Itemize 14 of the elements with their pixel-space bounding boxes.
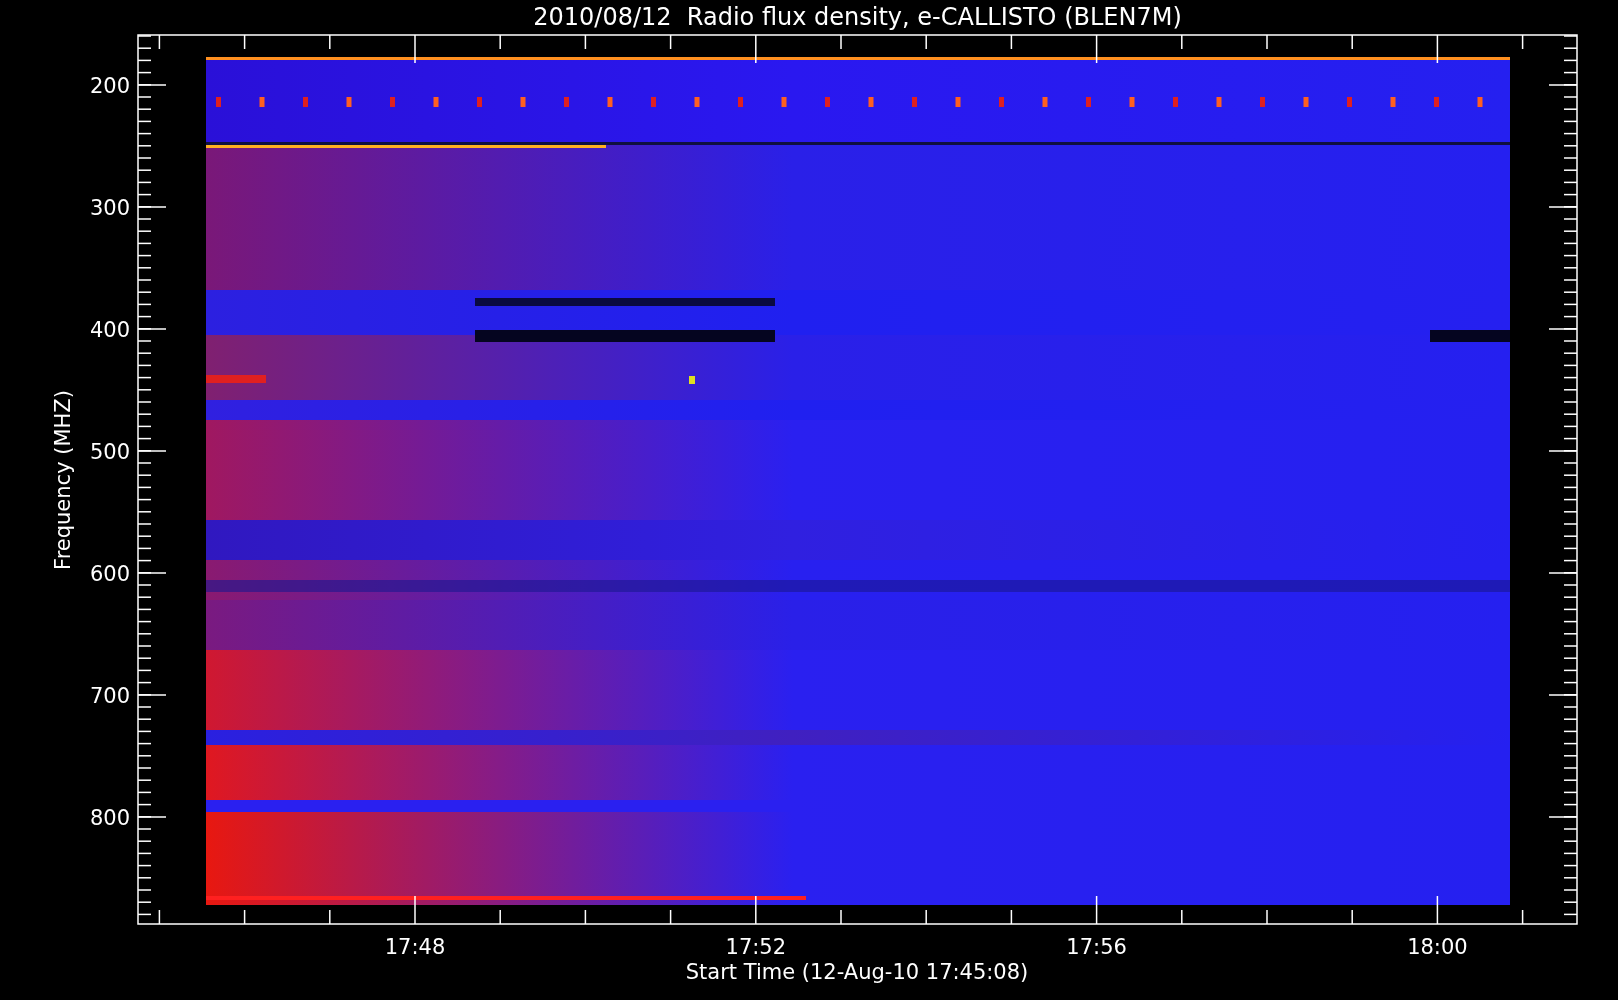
- y-tick-label: 700: [89, 684, 130, 708]
- x-tick-label: 17:52: [725, 935, 787, 959]
- x-tick-label: 17:56: [1066, 935, 1127, 959]
- y-tick-label: 200: [89, 74, 130, 98]
- y-tick-label: 300: [89, 196, 130, 220]
- y-tick-label: 600: [89, 562, 130, 586]
- y-tick-label: 400: [89, 318, 130, 342]
- y-tick-label: 500: [89, 440, 130, 464]
- y-tick-label: 800: [89, 806, 130, 830]
- x-tick-label: 18:00: [1407, 935, 1468, 959]
- y-axis-label: Frequency (MHZ): [51, 390, 75, 570]
- x-axis-label: Start Time (12-Aug-10 17:45:08): [685, 960, 1029, 984]
- chart-title: 2010/08/12 Radio flux density, e-CALLISTO (BLEN7M): [533, 3, 1182, 31]
- x-tick-label: 17:48: [384, 935, 446, 959]
